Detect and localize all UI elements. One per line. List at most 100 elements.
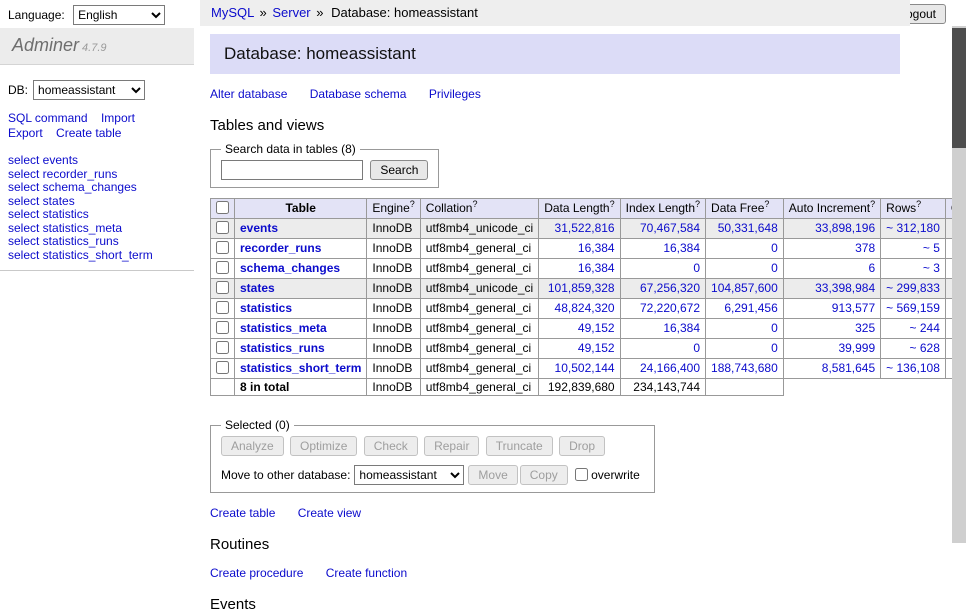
- breadcrumb-server-link[interactable]: Server: [272, 5, 310, 20]
- column-header-auto-increment[interactable]: Auto Increment?: [783, 199, 880, 219]
- data-length-link[interactable]: 10,502,144: [555, 361, 615, 375]
- optimize-button[interactable]: Optimize: [290, 436, 357, 456]
- table-name-link[interactable]: statistics_meta: [240, 321, 327, 335]
- rows-link[interactable]: ~ 136,108: [886, 361, 940, 375]
- index-length-link[interactable]: 16,384: [663, 241, 700, 255]
- rows-link[interactable]: ~ 569,159: [886, 301, 940, 315]
- data-length-link[interactable]: 48,824,320: [555, 301, 615, 315]
- sidebar-action-create-table-link[interactable]: Create table: [56, 126, 121, 140]
- rows-link[interactable]: ~ 628: [910, 341, 940, 355]
- sidebar-select-statistics-meta-link[interactable]: select statistics_meta: [8, 222, 186, 236]
- language-select[interactable]: English: [73, 5, 165, 25]
- help-icon[interactable]: ?: [695, 199, 700, 209]
- data-free-link[interactable]: 0: [771, 261, 778, 275]
- data-length-link[interactable]: 16,384: [578, 261, 615, 275]
- data-length-link[interactable]: 49,152: [578, 321, 615, 335]
- data-free-link[interactable]: 104,857,600: [711, 281, 778, 295]
- repair-button[interactable]: Repair: [424, 436, 479, 456]
- row-checkbox[interactable]: [216, 341, 229, 354]
- column-header-data-length[interactable]: Data Length?: [539, 199, 620, 219]
- row-checkbox[interactable]: [216, 241, 229, 254]
- data-length-link[interactable]: 31,522,816: [555, 221, 615, 235]
- table-name-link[interactable]: events: [240, 221, 278, 235]
- data-free-link[interactable]: 0: [771, 241, 778, 255]
- scrollbar-track[interactable]: [952, 26, 966, 543]
- index-length-link[interactable]: 70,467,584: [640, 221, 700, 235]
- overwrite-checkbox[interactable]: [575, 468, 588, 481]
- analyze-button[interactable]: Analyze: [221, 436, 284, 456]
- sidebar-select-states-link[interactable]: select states: [8, 195, 186, 209]
- data-free-link[interactable]: 6,291,456: [724, 301, 777, 315]
- auto-increment-link[interactable]: 6: [868, 261, 875, 275]
- column-header-collation[interactable]: Collation?: [420, 199, 538, 219]
- data-length-link[interactable]: 101,859,328: [548, 281, 615, 295]
- rows-link[interactable]: ~ 299,833: [886, 281, 940, 295]
- drop-button[interactable]: Drop: [559, 436, 605, 456]
- scrollbar-thumb[interactable]: [952, 28, 966, 148]
- auto-increment-link[interactable]: 33,898,196: [815, 221, 875, 235]
- auto-increment-link[interactable]: 378: [855, 241, 875, 255]
- index-length-link[interactable]: 24,166,400: [640, 361, 700, 375]
- index-length-link[interactable]: 67,256,320: [640, 281, 700, 295]
- sidebar-select-statistics-link[interactable]: select statistics: [8, 208, 186, 222]
- sidebar-select-schema-changes-link[interactable]: select schema_changes: [8, 181, 186, 195]
- row-checkbox[interactable]: [216, 261, 229, 274]
- table-name-link[interactable]: recorder_runs: [240, 241, 321, 255]
- move-db-select[interactable]: homeassistant: [354, 465, 464, 485]
- move-button[interactable]: Move: [468, 465, 517, 485]
- data-length-link[interactable]: 49,152: [578, 341, 615, 355]
- check-button[interactable]: Check: [364, 436, 418, 456]
- index-length-link[interactable]: 16,384: [663, 321, 700, 335]
- help-icon[interactable]: ?: [764, 199, 769, 209]
- row-checkbox[interactable]: [216, 221, 229, 234]
- db-action-database-schema-link[interactable]: Database schema: [310, 87, 407, 101]
- db-select[interactable]: homeassistant: [33, 80, 145, 100]
- help-icon[interactable]: ?: [410, 199, 415, 209]
- index-length-link[interactable]: 72,220,672: [640, 301, 700, 315]
- column-header-rows[interactable]: Rows?: [881, 199, 946, 219]
- check-all-checkbox[interactable]: [216, 201, 229, 214]
- truncate-button[interactable]: Truncate: [486, 436, 553, 456]
- row-checkbox[interactable]: [216, 361, 229, 374]
- sidebar-select-statistics-short-term-link[interactable]: select statistics_short_term: [8, 249, 186, 263]
- routine-create-function-link[interactable]: Create function: [326, 566, 407, 580]
- adminer-logo[interactable]: Adminer: [12, 35, 79, 55]
- rows-link[interactable]: ~ 312,180: [886, 221, 940, 235]
- sidebar-action-import-link[interactable]: Import: [101, 111, 135, 125]
- sidebar-action-export-link[interactable]: Export: [8, 126, 43, 140]
- help-icon[interactable]: ?: [472, 199, 477, 209]
- bottom-create-view-link[interactable]: Create view: [298, 506, 361, 520]
- help-icon[interactable]: ?: [916, 199, 921, 209]
- auto-increment-link[interactable]: 39,999: [838, 341, 875, 355]
- column-header-table[interactable]: Table: [235, 199, 367, 219]
- routine-create-procedure-link[interactable]: Create procedure: [210, 566, 303, 580]
- table-name-link[interactable]: statistics_short_term: [240, 361, 361, 375]
- index-length-link[interactable]: 0: [693, 261, 700, 275]
- table-name-link[interactable]: schema_changes: [240, 261, 340, 275]
- auto-increment-link[interactable]: 325: [855, 321, 875, 335]
- db-action-alter-database-link[interactable]: Alter database: [210, 87, 287, 101]
- auto-increment-link[interactable]: 8,581,645: [822, 361, 875, 375]
- data-free-link[interactable]: 0: [771, 321, 778, 335]
- auto-increment-link[interactable]: 33,398,984: [815, 281, 875, 295]
- sidebar-select-statistics-runs-link[interactable]: select statistics_runs: [8, 235, 186, 249]
- search-button[interactable]: Search: [370, 160, 428, 180]
- rows-link[interactable]: ~ 5: [923, 241, 940, 255]
- search-input[interactable]: [221, 160, 363, 180]
- table-name-link[interactable]: statistics_runs: [240, 341, 325, 355]
- sidebar-select-recorder-runs-link[interactable]: select recorder_runs: [8, 168, 186, 182]
- column-header-data-free[interactable]: Data Free?: [706, 199, 784, 219]
- bottom-create-table-link[interactable]: Create table: [210, 506, 275, 520]
- help-icon[interactable]: ?: [870, 199, 875, 209]
- data-free-link[interactable]: 188,743,680: [711, 361, 778, 375]
- help-icon[interactable]: ?: [610, 199, 615, 209]
- column-header-index-length[interactable]: Index Length?: [620, 199, 705, 219]
- breadcrumb-mysql-link[interactable]: MySQL: [211, 5, 254, 20]
- table-name-link[interactable]: states: [240, 281, 275, 295]
- auto-increment-link[interactable]: 913,577: [832, 301, 875, 315]
- sidebar-action-sql-command-link[interactable]: SQL command: [8, 111, 88, 125]
- row-checkbox[interactable]: [216, 301, 229, 314]
- row-checkbox[interactable]: [216, 321, 229, 334]
- db-action-privileges-link[interactable]: Privileges: [429, 87, 481, 101]
- sidebar-select-events-link[interactable]: select events: [8, 154, 186, 168]
